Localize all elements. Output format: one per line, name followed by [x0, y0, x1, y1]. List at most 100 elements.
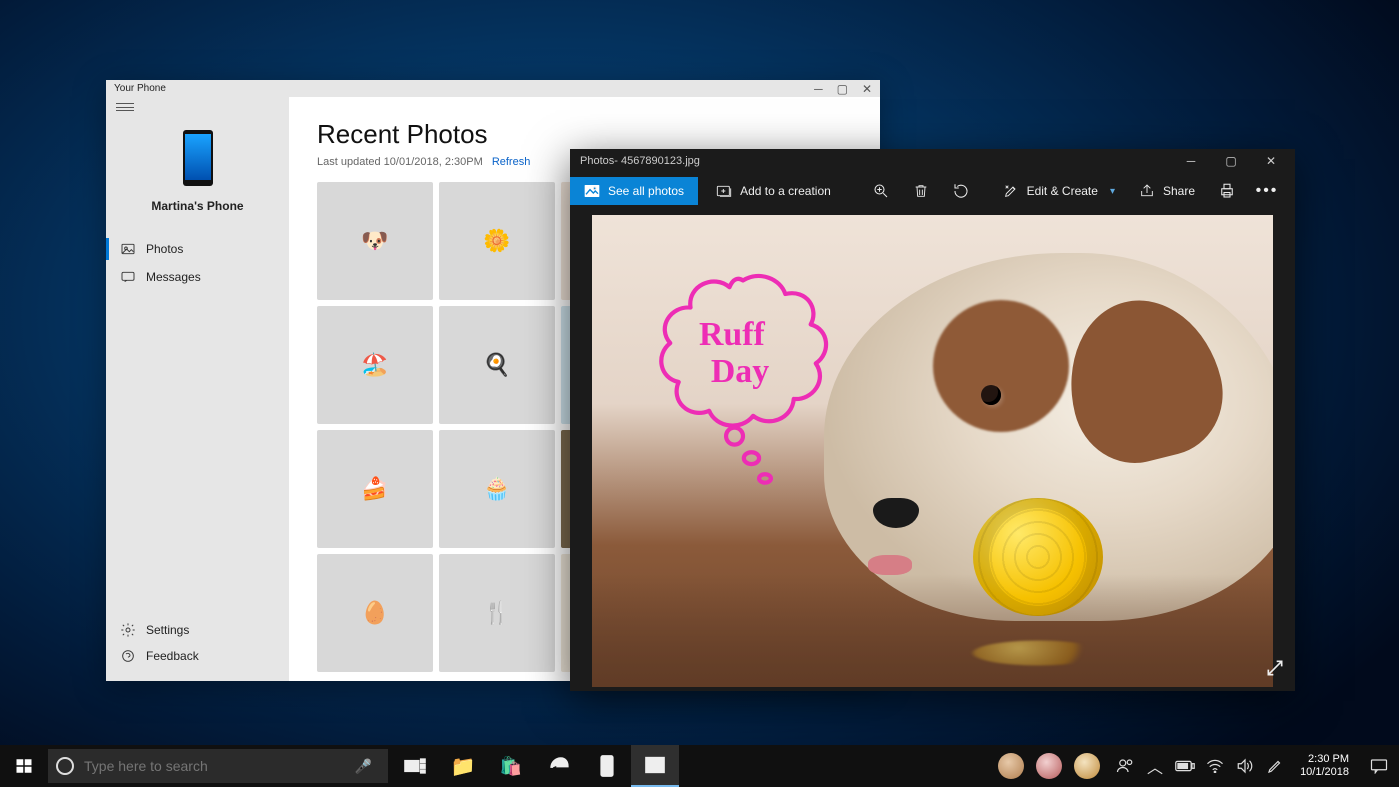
chevron-up-icon: ︿	[1147, 754, 1163, 778]
annotation-line2: Day	[711, 353, 769, 390]
system-tray: ︿	[1110, 745, 1290, 787]
print-button[interactable]	[1207, 176, 1247, 206]
pen-icon	[1266, 757, 1284, 775]
rotate-button[interactable]	[941, 176, 981, 206]
volume-button[interactable]	[1230, 745, 1260, 787]
last-updated-text: Last updated 10/01/2018, 2:30PM	[317, 156, 483, 168]
task-view-icon	[404, 757, 426, 775]
sidebar-item-settings[interactable]: Settings	[106, 617, 289, 643]
hamburger-icon[interactable]	[116, 103, 134, 111]
add-creation-label: Add to a creation	[740, 184, 831, 198]
sidebar-item-feedback[interactable]: Feedback	[106, 643, 289, 669]
clock-time: 2:30 PM	[1308, 753, 1349, 766]
maximize-button[interactable]: ▢	[1213, 149, 1249, 173]
photo-thumbnail[interactable]: 🍳	[439, 306, 555, 424]
photos-titlebar[interactable]: Photos- 4567890123.jpg ─ ▢ ✕	[570, 149, 1295, 173]
photo-thumbnail[interactable]: 🐶	[317, 182, 433, 300]
store-button[interactable]: 🛍️	[487, 745, 535, 787]
share-label: Share	[1163, 184, 1195, 198]
battery-button[interactable]	[1170, 745, 1200, 787]
photo-thumbnail[interactable]: 🧁	[439, 430, 555, 548]
action-center-button[interactable]	[1359, 745, 1399, 787]
photo-thumbnail[interactable]: 🍰	[317, 430, 433, 548]
fullscreen-icon	[1265, 658, 1285, 678]
taskbar-clock[interactable]: 2:30 PM 10/1/2018	[1290, 753, 1359, 779]
photos-toolbar: See all photos Add to a creation Edit & …	[570, 173, 1295, 209]
edge-icon	[548, 755, 570, 777]
phone-name-label: Martina's Phone	[151, 199, 243, 213]
photo-thumbnail[interactable]: 🌼	[439, 182, 555, 300]
delete-button[interactable]	[901, 176, 941, 206]
phone-icon	[600, 755, 614, 777]
ball-graphic	[973, 498, 1103, 616]
your-phone-taskbar-button[interactable]	[583, 745, 631, 787]
print-icon	[1218, 182, 1236, 200]
people-contact[interactable]	[1074, 753, 1100, 779]
sidebar-nav: Photos Messages	[106, 235, 289, 291]
taskbar: 🎤 📁 🛍️ ︿ 2:30 PM 10/1/2018	[0, 745, 1399, 787]
rotate-icon	[952, 182, 970, 200]
people-contact[interactable]	[1036, 753, 1062, 779]
photo-thumbnail[interactable]: 🍴	[439, 554, 555, 672]
tray-overflow-button[interactable]: ︿	[1140, 745, 1170, 787]
photos-app-window: Photos- 4567890123.jpg ─ ▢ ✕ See all pho…	[570, 149, 1295, 691]
file-explorer-button[interactable]: 📁	[439, 745, 487, 787]
annotation-line1: Ruff	[699, 315, 766, 352]
more-icon: •••	[1256, 182, 1279, 200]
your-phone-sidebar: Martina's Phone Photos Messages Settings	[106, 97, 289, 681]
photos-taskbar-button[interactable]	[631, 745, 679, 787]
photos-icon	[120, 241, 136, 257]
phone-device-icon	[182, 129, 214, 187]
edge-button[interactable]	[535, 745, 583, 787]
battery-icon	[1175, 760, 1195, 772]
edit-create-button[interactable]: Edit & Create ▾	[991, 176, 1127, 206]
zoom-button[interactable]	[861, 176, 901, 206]
clock-date: 10/1/2018	[1300, 766, 1349, 779]
folder-icon: 📁	[451, 754, 476, 779]
wifi-button[interactable]	[1200, 745, 1230, 787]
picture-icon	[584, 184, 600, 198]
sidebar-settings-label: Settings	[146, 623, 189, 637]
photo-thumbnail[interactable]: 🥚	[317, 554, 433, 672]
action-center-icon	[1370, 758, 1388, 774]
close-button[interactable]: ✕	[1253, 149, 1289, 173]
trash-icon	[913, 182, 929, 200]
close-button[interactable]: ✕	[862, 82, 872, 96]
feedback-icon	[120, 648, 136, 664]
see-all-photos-button[interactable]: See all photos	[570, 177, 698, 205]
refresh-link[interactable]: Refresh	[492, 156, 531, 168]
share-icon	[1139, 183, 1155, 199]
store-icon: 🛍️	[500, 756, 522, 777]
add-creation-icon	[716, 184, 732, 198]
minimize-button[interactable]: ─	[814, 82, 823, 96]
search-input[interactable]	[84, 758, 345, 774]
sidebar-messages-label: Messages	[146, 270, 201, 284]
start-button[interactable]	[0, 745, 48, 787]
your-phone-titlebar[interactable]: Your Phone ─ ▢ ✕	[106, 80, 880, 97]
minimize-button[interactable]: ─	[1173, 149, 1209, 173]
add-to-creation-button[interactable]: Add to a creation	[704, 176, 843, 206]
zoom-icon	[872, 182, 890, 200]
photo-thumbnail[interactable]: 🏖️	[317, 306, 433, 424]
photo-canvas[interactable]: Ruff Day	[592, 215, 1273, 687]
sidebar-item-messages[interactable]: Messages	[106, 263, 289, 291]
edit-create-label: Edit & Create	[1027, 184, 1098, 198]
task-view-button[interactable]	[391, 745, 439, 787]
taskbar-search[interactable]: 🎤	[48, 749, 388, 783]
phone-summary: Martina's Phone	[106, 119, 289, 225]
more-button[interactable]: •••	[1247, 176, 1287, 206]
sidebar-item-photos[interactable]: Photos	[106, 235, 289, 263]
ink-workspace-button[interactable]	[1260, 745, 1290, 787]
share-button[interactable]: Share	[1127, 176, 1207, 206]
mic-icon[interactable]: 🎤	[345, 758, 382, 775]
edit-icon	[1003, 183, 1019, 199]
photos-window-title: Photos- 4567890123.jpg	[580, 155, 700, 167]
maximize-button[interactable]: ▢	[837, 82, 848, 96]
fullscreen-button[interactable]	[1265, 658, 1285, 683]
sidebar-photos-label: Photos	[146, 242, 183, 256]
people-button[interactable]	[1110, 745, 1140, 787]
people-contact[interactable]	[998, 753, 1024, 779]
cortana-icon	[56, 757, 74, 775]
people-bar	[998, 753, 1110, 779]
people-icon	[1116, 757, 1134, 775]
